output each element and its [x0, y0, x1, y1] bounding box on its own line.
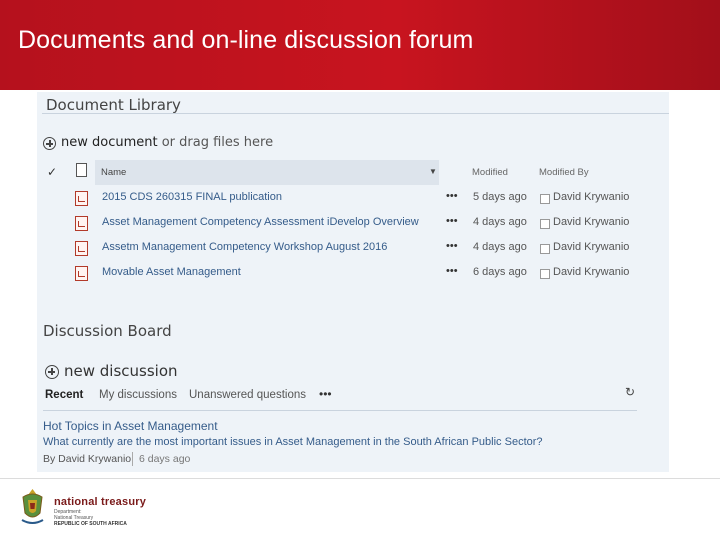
footer-divider [0, 478, 720, 479]
modified-by-link[interactable]: David Krywanio [553, 241, 629, 253]
file-type-header-icon [76, 163, 87, 177]
modified-value: 4 days ago [473, 216, 527, 228]
document-library-title[interactable]: Document Library [46, 96, 181, 114]
modified-by-link[interactable]: David Krywanio [553, 216, 629, 228]
chevron-down-icon[interactable]: ▼ [429, 167, 437, 176]
discussion-board-title[interactable]: Discussion Board [43, 322, 172, 340]
user-presence-icon [540, 219, 550, 229]
logo-republic: REPUBLIC OF SOUTH AFRICA [54, 521, 127, 527]
tab-unanswered-questions[interactable]: Unanswered questions [189, 389, 306, 401]
refresh-icon[interactable]: ↻ [625, 385, 635, 399]
more-tabs-button[interactable]: ••• [319, 387, 332, 401]
document-name-link[interactable]: 2015 CDS 260315 FINAL publication [102, 191, 282, 203]
modified-by-link[interactable]: David Krywanio [553, 266, 629, 278]
topic-body-link[interactable]: What currently are the most important is… [43, 436, 543, 448]
new-document-label[interactable]: new document [61, 135, 158, 150]
logo-name: national treasury [54, 496, 147, 508]
drag-files-hint: or drag files here [157, 135, 274, 150]
title-banner: Documents and on-line discussion forum [0, 0, 720, 90]
modified-value: 6 days ago [473, 266, 527, 278]
user-presence-icon [540, 244, 550, 254]
tab-my-discussions[interactable]: My discussions [99, 389, 177, 401]
user-presence-icon [540, 269, 550, 279]
tabs-divider [43, 410, 637, 411]
pdf-file-icon [75, 241, 88, 256]
library-title-divider [42, 113, 669, 114]
name-column-label[interactable]: Name [101, 167, 126, 178]
user-presence-icon [540, 194, 550, 204]
new-document-link[interactable]: new document or drag files here [61, 135, 273, 150]
modified-column-header[interactable]: Modified [472, 167, 508, 178]
document-name-link[interactable]: Movable Asset Management [102, 266, 241, 278]
row-menu-button[interactable]: ••• [446, 190, 458, 202]
row-menu-button[interactable]: ••• [446, 215, 458, 227]
row-menu-button[interactable]: ••• [446, 240, 458, 252]
slide-title: Documents and on-line discussion forum [18, 26, 474, 54]
modified-by-link[interactable]: David Krywanio [553, 191, 629, 203]
pdf-file-icon [75, 216, 88, 231]
tab-recent[interactable]: Recent [45, 389, 83, 401]
topic-title-link[interactable]: Hot Topics in Asset Management [43, 419, 218, 433]
pdf-file-icon [75, 191, 88, 206]
add-document-icon[interactable] [43, 137, 56, 150]
row-menu-button[interactable]: ••• [446, 265, 458, 277]
document-name-link[interactable]: Assetm Management Competency Workshop Au… [102, 241, 387, 253]
add-discussion-icon[interactable] [45, 365, 59, 379]
topic-author[interactable]: By David Krywanio [43, 453, 131, 465]
modified-value: 4 days ago [473, 241, 527, 253]
pdf-file-icon [75, 266, 88, 281]
new-discussion-link[interactable]: new discussion [64, 362, 178, 380]
byline-divider [132, 452, 133, 466]
coat-of-arms-icon [21, 489, 44, 524]
select-all-check-icon[interactable]: ✓ [47, 165, 57, 179]
modified-value: 5 days ago [473, 191, 527, 203]
modified-by-column-header[interactable]: Modified By [539, 167, 589, 178]
document-name-link[interactable]: Asset Management Competency Assessment i… [102, 216, 419, 228]
topic-age: 6 days ago [139, 453, 191, 465]
name-column-header[interactable] [95, 160, 439, 185]
